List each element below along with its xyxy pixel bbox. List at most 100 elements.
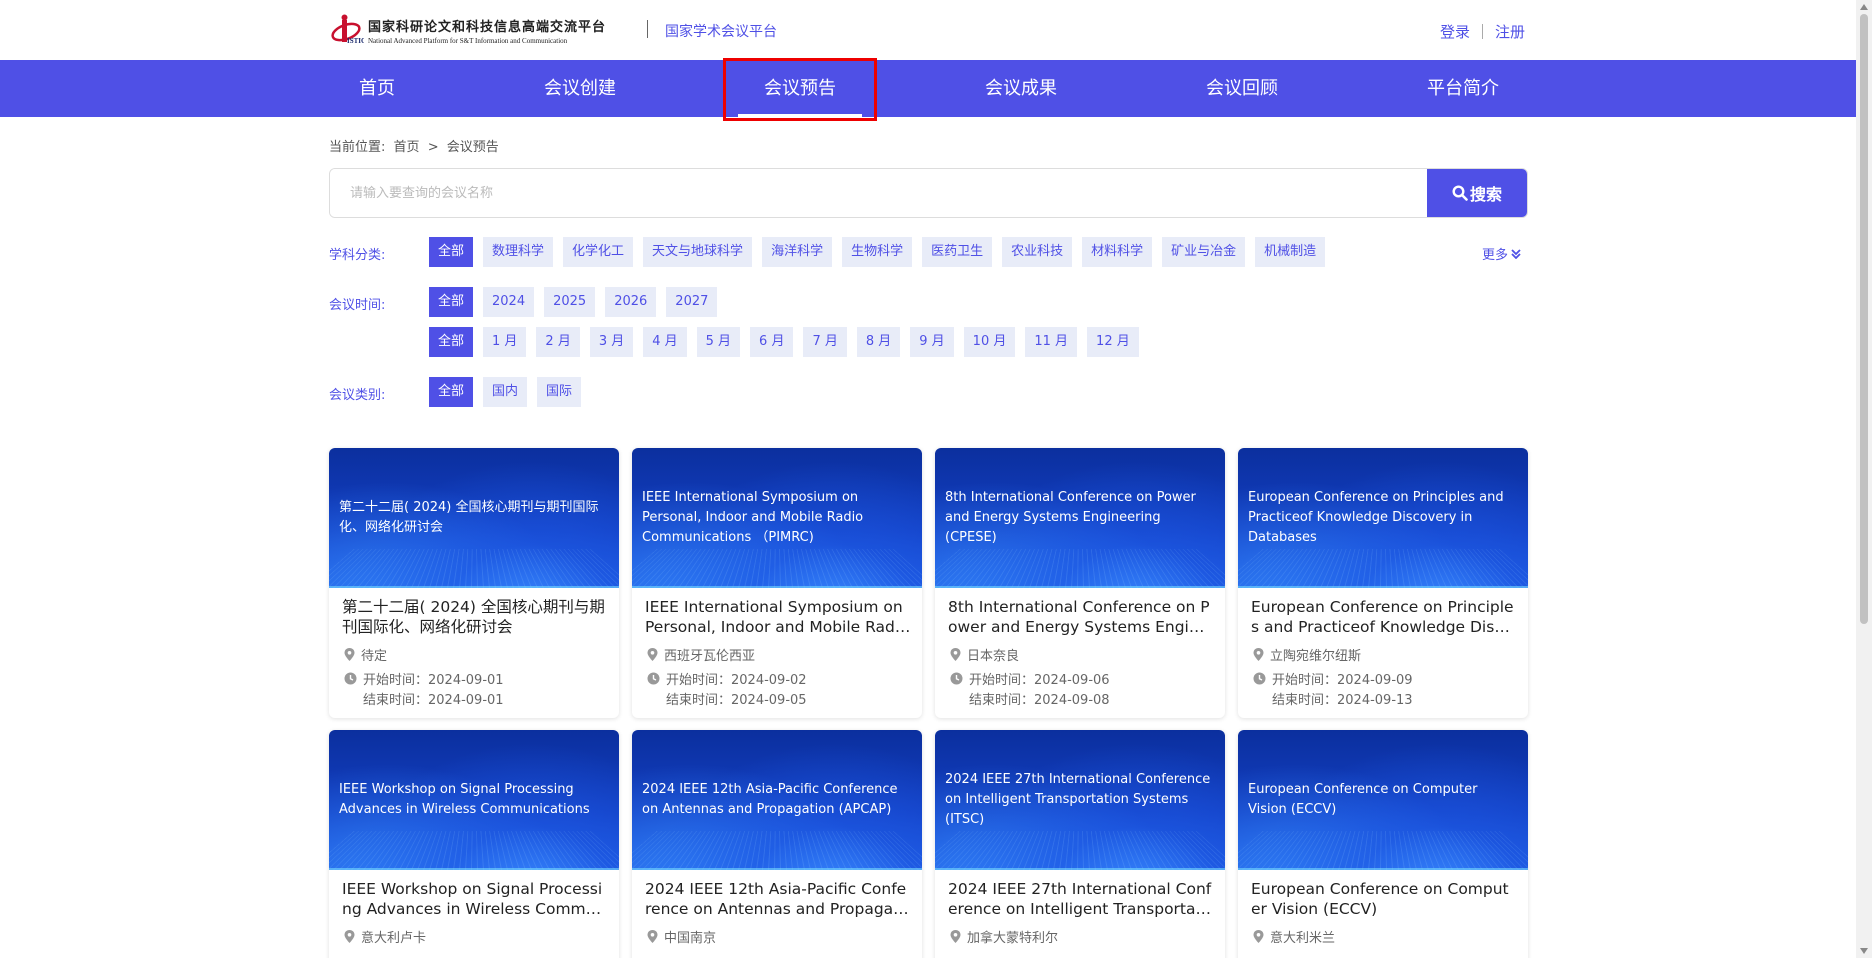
year-chip-2026[interactable]: 2026 [605,287,657,317]
breadcrumb: 当前位置: 首页 > 会议预告 [329,136,503,155]
month-chip-7[interactable]: 7 月 [803,327,847,357]
month-chip-10[interactable]: 10 月 [963,327,1016,357]
card-start-text: 开始时间：2024-09-06 [969,673,1110,688]
card-title[interactable]: 2024 IEEE 12th Asia-Pacific Conference o… [645,879,911,919]
subject-filter-options: 全部 数理科学 化学化工 天文与地球科学 海洋科学 生物科学 医药卫生 农业科技… [429,237,1326,267]
subject-chip-all[interactable]: 全部 [429,237,474,267]
site-logo[interactable]: ISTIC 国家科研论文和科技信息高端交流平台 National Advance… [330,14,606,46]
subject-chip-astronomy-earth[interactable]: 天文与地球科学 [643,237,753,267]
auth-divider [1482,24,1484,39]
month-chip-5[interactable]: 5 月 [696,327,741,357]
conference-card[interactable]: IEEE International Symposium on Personal… [632,448,922,718]
subject-chip-ocean[interactable]: 海洋科学 [762,237,833,267]
card-title[interactable]: IEEE Workshop on Signal Processing Advan… [342,879,608,919]
month-chip-11[interactable]: 11 月 [1025,327,1078,357]
card-banner-title: 2024 IEEE 27th International Conference … [945,772,1211,827]
category-chip-international[interactable]: 国际 [537,377,582,407]
more-subjects-label: 更多 [1482,248,1509,263]
month-filter-options: 全部 1 月 2 月 3 月 4 月 5 月 6 月 7 月 8 月 9 月 1… [429,327,1139,357]
conference-card[interactable]: European Conference on Principles and Pr… [1238,448,1528,718]
subject-chip-agriculture[interactable]: 农业科技 [1002,237,1073,267]
page: ISTIC 国家科研论文和科技信息高端交流平台 National Advance… [0,0,1872,958]
subject-chip-chemistry[interactable]: 化学化工 [563,237,634,267]
clock-icon [1253,672,1266,685]
subject-chip-materials[interactable]: 材料科学 [1082,237,1153,267]
search-button-label: 搜索 [1469,185,1502,204]
page-scrollbar[interactable] [1856,0,1872,958]
subject-chip-mining[interactable]: 矿业与冶金 [1162,237,1246,267]
scroll-up-arrow-icon[interactable] [1859,2,1869,12]
search-icon [1452,185,1468,201]
conference-card[interactable]: 8th International Conference on Power an… [935,448,1225,718]
card-location: 意大利米兰 [1253,927,1335,946]
platform-name-link[interactable]: 国家学术会议平台 [665,21,777,41]
card-banner-image: IEEE Workshop on Signal Processing Advan… [329,730,619,870]
clock-icon [344,672,357,685]
category-filter-options: 全部 国内 国际 [429,377,582,407]
search-input[interactable] [330,169,1429,217]
card-title[interactable]: 第二十二届( 2024) 全国核心期刊与期刊国际化、网络化研讨会 [342,597,608,637]
conference-card[interactable]: 第二十二届( 2024) 全国核心期刊与期刊国际化、网络化研讨会 第二十二届( … [329,448,619,718]
location-pin-icon [950,930,961,943]
breadcrumb-home-link[interactable]: 首页 [394,140,420,155]
card-start-time: 开始时间：2024-09-09 [1253,669,1413,688]
month-chip-6[interactable]: 6 月 [750,327,794,357]
login-link[interactable]: 登录 [1440,21,1470,42]
logo-english-name: National Advanced Platform for S&T Infor… [368,36,568,45]
conference-card[interactable]: 2024 IEEE 12th Asia-Pacific Conference o… [632,730,922,958]
card-end-time: 结束时间：2024-09-05 [666,693,807,708]
year-chip-2027[interactable]: 2027 [666,287,718,317]
card-title[interactable]: European Conference on Computer Vision (… [1251,879,1517,919]
card-title[interactable]: IEEE International Symposium on Personal… [645,597,911,637]
card-title[interactable]: 8th International Conference on Power an… [948,597,1214,637]
month-chip-3[interactable]: 3 月 [589,327,634,357]
nav-item-create[interactable]: 会议创建 [500,60,660,117]
year-chip-2024[interactable]: 2024 [483,287,535,317]
logo-chinese-name: 国家科研论文和科技信息高端交流平台 [368,19,607,35]
card-title[interactable]: 2024 IEEE 27th International Conference … [948,879,1214,919]
month-chip-8[interactable]: 8 月 [856,327,901,357]
conference-card[interactable]: European Conference on Computer Vision (… [1238,730,1528,958]
month-chip-1[interactable]: 1 月 [483,327,527,357]
nav-item-home[interactable]: 首页 [297,60,457,117]
location-pin-icon [344,648,355,661]
card-title[interactable]: European Conference on Principles and Pr… [1251,597,1517,637]
card-location: 加拿大蒙特利尔 [950,927,1058,946]
year-chip-2025[interactable]: 2025 [544,287,596,317]
more-subjects-button[interactable]: 更多 [1482,244,1521,263]
conference-card[interactable]: IEEE Workshop on Signal Processing Advan… [329,730,619,958]
nav-item-results[interactable]: 会议成果 [941,60,1101,117]
search-button[interactable]: 搜索 [1427,169,1527,217]
month-chip-12[interactable]: 12 月 [1087,327,1139,357]
conference-card[interactable]: 2024 IEEE 27th International Conference … [935,730,1225,958]
category-chip-all[interactable]: 全部 [429,377,474,407]
card-banner-image: IEEE International Symposium on Personal… [632,448,922,588]
card-banner-image: 第二十二届( 2024) 全国核心期刊与期刊国际化、网络化研讨会 [329,448,619,588]
card-banner-title: European Conference on Principles and Pr… [1248,490,1504,545]
card-banner-title: 8th International Conference on Power an… [945,490,1196,545]
subject-chip-medicine[interactable]: 医药卫生 [922,237,993,267]
month-chip-9[interactable]: 9 月 [910,327,954,357]
nav-item-about[interactable]: 平台简介 [1383,60,1543,117]
register-link[interactable]: 注册 [1495,21,1525,42]
clock-icon [950,672,963,685]
location-pin-icon [647,648,658,661]
card-banner-title: IEEE International Symposium on Personal… [642,490,864,545]
scroll-down-arrow-icon[interactable] [1859,946,1869,956]
nav-item-review[interactable]: 会议回顾 [1162,60,1322,117]
subject-chip-machinery[interactable]: 机械制造 [1255,237,1326,267]
month-chip-4[interactable]: 4 月 [643,327,687,357]
subject-chip-biology[interactable]: 生物科学 [842,237,913,267]
active-nav-highlight-box [723,58,877,121]
location-pin-icon [950,648,961,661]
category-chip-domestic[interactable]: 国内 [483,377,528,407]
card-start-text: 开始时间：2024-09-09 [1272,673,1413,688]
month-chip-all[interactable]: 全部 [429,327,474,357]
month-chip-2[interactable]: 2 月 [536,327,580,357]
card-location: 西班牙瓦伦西亚 [647,645,755,664]
year-chip-all[interactable]: 全部 [429,287,474,317]
card-banner-title: 2024 IEEE 12th Asia-Pacific Conference o… [642,782,898,817]
scrollbar-thumb[interactable] [1860,14,1868,624]
subject-chip-math-physics[interactable]: 数理科学 [483,237,554,267]
card-end-time: 结束时间：2024-09-13 [1272,693,1413,708]
